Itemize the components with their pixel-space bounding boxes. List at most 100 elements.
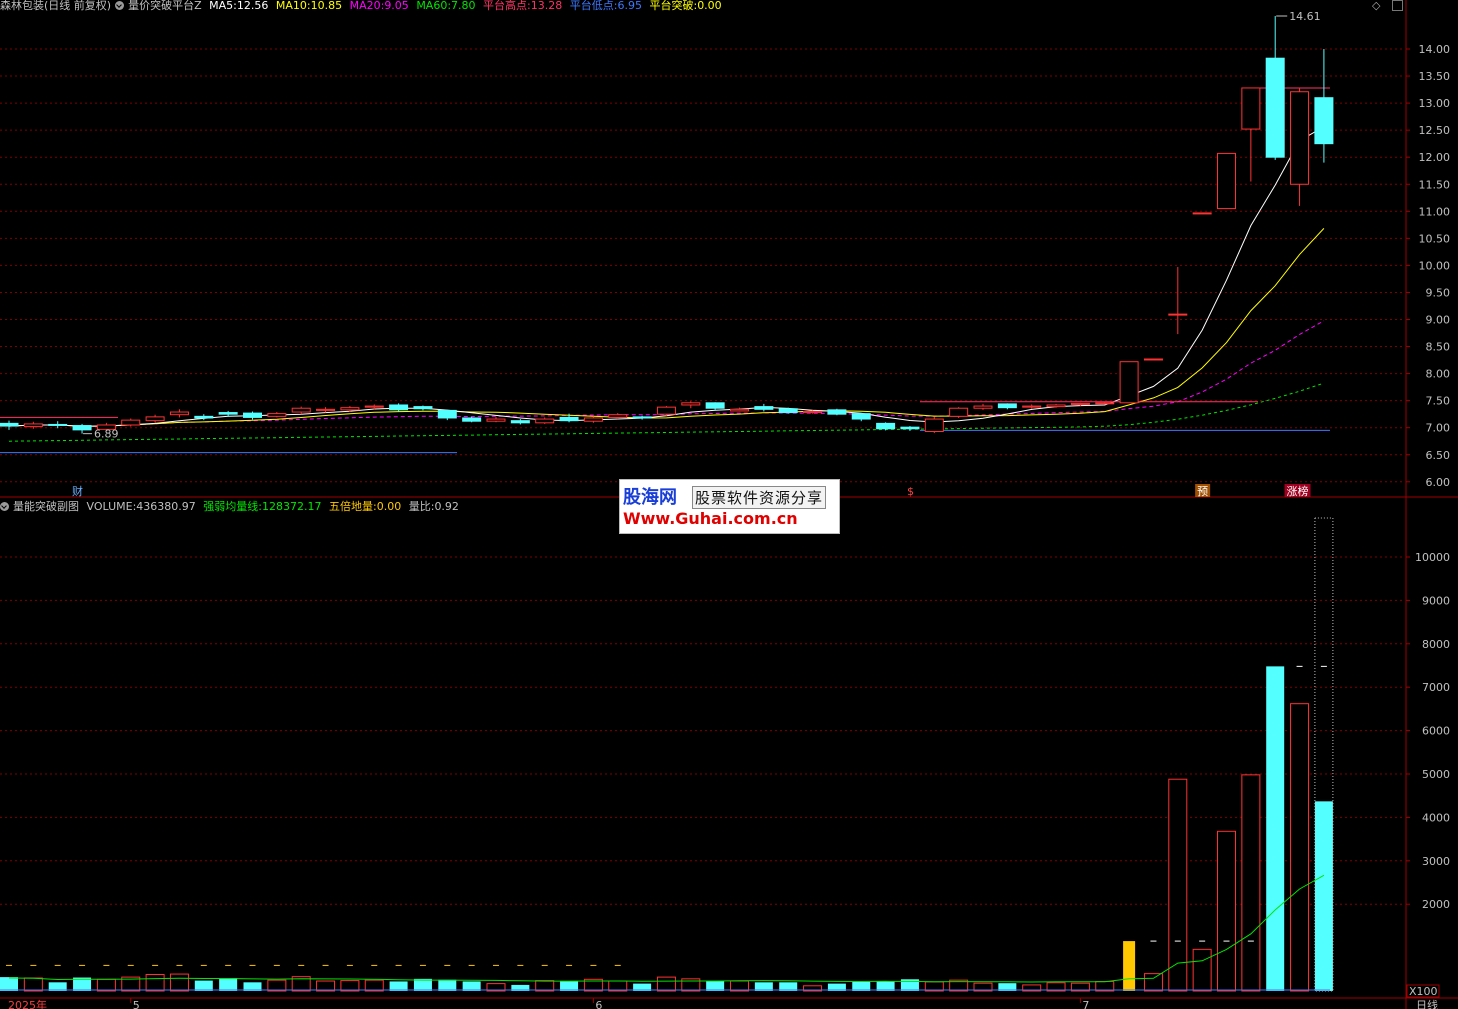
candle-body-down	[462, 417, 482, 422]
candle-body-down	[632, 416, 652, 419]
candle-body-down	[437, 409, 457, 419]
candle-body-up	[1192, 212, 1212, 215]
watermark: 股海网 股票软件资源分享 Www.Guhai.com.cn	[619, 479, 840, 534]
volume-bar-up	[656, 976, 676, 992]
candle-body-up	[924, 418, 944, 432]
candle-body-up	[1095, 402, 1115, 405]
candle	[1265, 15, 1285, 160]
price-tick-label: 14.00	[1419, 43, 1451, 56]
volume-bar-up	[1241, 774, 1261, 992]
volume-bar-up	[340, 980, 360, 992]
price-tick-label: 13.50	[1419, 70, 1451, 83]
price-tick-label: 6.50	[1426, 449, 1451, 462]
candle-body-up	[656, 406, 676, 415]
candle-body-up	[1217, 152, 1236, 210]
candle-body-up	[1119, 361, 1139, 404]
price-tick-label: 8.00	[1426, 368, 1451, 381]
candle	[486, 416, 506, 423]
candle-body-down	[1314, 97, 1334, 145]
candle	[1217, 152, 1236, 210]
price-tick-label: 12.00	[1419, 151, 1451, 164]
candle	[900, 426, 920, 431]
period-label: 日线	[1416, 998, 1438, 1009]
candle	[389, 403, 409, 412]
candle	[705, 402, 725, 410]
volume-tick-label: 4000	[1422, 811, 1450, 824]
candle	[48, 421, 68, 429]
price-tick-label: 10.50	[1419, 232, 1451, 245]
volume-bar-down	[413, 978, 432, 991]
date-axis-june: 6	[595, 999, 602, 1009]
date-axis-may: 5	[133, 999, 140, 1009]
candle	[169, 409, 189, 418]
candle-body-down	[705, 402, 725, 409]
candle	[583, 416, 603, 423]
candle-body-up	[316, 408, 336, 411]
candle-body-up	[121, 419, 141, 426]
candle-body-down	[194, 415, 214, 419]
candle-body-up	[608, 414, 628, 418]
volume-tick-label: 9000	[1422, 594, 1450, 607]
candle	[243, 411, 262, 420]
volume-bar-up	[145, 974, 165, 992]
date-axis-july: 7	[1082, 999, 1089, 1009]
candle	[1168, 267, 1188, 335]
volume-tick-label: 3000	[1422, 855, 1450, 868]
candle-body-up	[535, 418, 555, 424]
volume-tick-label: 7000	[1422, 681, 1450, 694]
candle	[997, 403, 1017, 410]
candle	[462, 416, 482, 423]
marker-cai: 财	[72, 484, 83, 498]
candle	[778, 407, 798, 414]
candle	[1022, 404, 1042, 409]
candle	[1192, 212, 1212, 215]
candle	[510, 419, 530, 425]
price-tick-label: 10.00	[1419, 259, 1451, 272]
candle-body-up	[364, 405, 384, 408]
candle	[681, 401, 701, 409]
price-tick-label: 12.50	[1419, 124, 1451, 137]
candle-body-down	[900, 426, 920, 430]
volume-bar-up	[364, 979, 384, 992]
candle	[121, 418, 141, 427]
candle-body-up	[681, 402, 701, 406]
volume-tick-label: 2000	[1422, 898, 1450, 911]
volume-bar-up	[1217, 830, 1236, 992]
candle	[924, 416, 944, 434]
candle	[876, 422, 896, 431]
price-tick-label: 8.50	[1426, 341, 1451, 354]
candle-body-down	[413, 406, 433, 410]
candle-body-down	[243, 412, 262, 418]
candle	[413, 405, 433, 411]
volume-bar-down	[0, 977, 18, 991]
candle	[851, 413, 871, 422]
volume-bar-down	[219, 977, 238, 991]
candle	[72, 423, 92, 434]
volume-bar-up	[23, 977, 43, 992]
candle-body-up	[1070, 402, 1090, 405]
volume-bar-up	[1290, 703, 1310, 992]
price-tick-label: 11.50	[1419, 178, 1451, 191]
candle	[1314, 49, 1334, 163]
candle-body-up	[730, 408, 749, 412]
candle-body-down	[876, 422, 896, 430]
volume-tick-label: 8000	[1422, 638, 1450, 651]
candle	[437, 409, 457, 421]
price-tick-label: 11.00	[1419, 205, 1451, 218]
volume-bar-up	[169, 973, 189, 992]
candle	[316, 407, 336, 413]
candle	[1290, 87, 1310, 206]
candle	[973, 403, 993, 410]
candle	[949, 407, 969, 418]
candle-body-down	[389, 404, 409, 411]
candle-body-up	[340, 407, 360, 411]
candle-body-up	[1022, 405, 1042, 408]
price-tick-label: 7.00	[1426, 422, 1451, 435]
watermark-name: 股海网	[623, 487, 677, 508]
watermark-url: Www.Guhai.com.cn	[623, 509, 798, 528]
candle-body-up	[1046, 404, 1066, 408]
candle-body-up	[486, 418, 506, 422]
candle	[535, 417, 555, 424]
candle-body-down	[72, 425, 92, 431]
volume-bar-down	[438, 979, 457, 991]
